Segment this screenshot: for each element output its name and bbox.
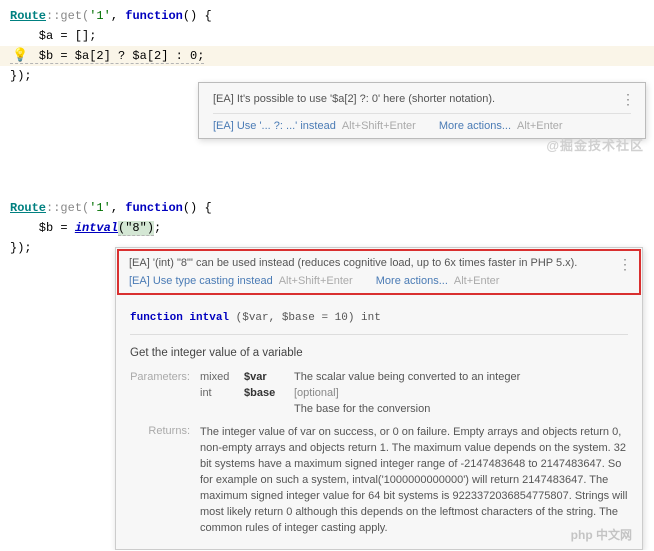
function-keyword: function bbox=[125, 9, 183, 23]
shortcut-hint: Alt+Enter bbox=[517, 120, 563, 132]
params-label: Parameters: bbox=[130, 371, 200, 383]
route-keyword: Route bbox=[10, 201, 46, 215]
code-block-1: Route::get('1', function() { $a = []; 💡 … bbox=[0, 0, 654, 92]
more-actions-link[interactable]: More actions... bbox=[439, 120, 511, 132]
lightbulb-icon[interactable]: 💡 bbox=[12, 46, 28, 66]
quickfix-link[interactable]: [EA] Use type casting instead bbox=[129, 275, 273, 287]
quickfix-link[interactable]: [EA] Use '... ?: ...' instead bbox=[213, 120, 336, 132]
tooltip-actions: [EA] Use '... ?: ...' instead Alt+Shift+E… bbox=[213, 113, 631, 132]
watermark-text: @掘金技术社区 bbox=[546, 135, 644, 154]
tooltip-actions: [EA] Use type casting instead Alt+Shift+E… bbox=[129, 273, 629, 287]
doc-param-row: int $base [optional] bbox=[130, 385, 628, 401]
tooltip-message: [EA] '(int) "8"' can be used instead (re… bbox=[129, 257, 629, 273]
code-line[interactable]: Route::get('1', function() { bbox=[0, 198, 654, 218]
inspection-highlight-box: ⋮ [EA] '(int) "8"' can be used instead (… bbox=[117, 249, 641, 295]
shortcut-hint: Alt+Shift+Enter bbox=[279, 275, 353, 287]
function-signature: function intval ($var, $base = 10) int bbox=[130, 306, 628, 335]
watermark-text: php 中文网 bbox=[571, 526, 632, 543]
code-line[interactable]: $a = []; bbox=[0, 26, 654, 46]
more-actions-link[interactable]: More actions... bbox=[376, 275, 448, 287]
intval-call: intval bbox=[75, 221, 118, 235]
returns-text: The integer value of var on success, or … bbox=[200, 425, 628, 537]
route-keyword: Route bbox=[10, 9, 46, 23]
code-line-highlighted[interactable]: 💡 $b = $a[2] ? $a[2] : 0; bbox=[0, 46, 654, 66]
doc-returns-row: Returns: The integer value of var on suc… bbox=[130, 423, 628, 539]
more-icon[interactable]: ⋮ bbox=[618, 256, 632, 273]
code-line[interactable]: Route::get('1', function() { bbox=[0, 6, 654, 26]
more-icon[interactable]: ⋮ bbox=[621, 91, 635, 108]
documentation-panel: function intval ($var, $base = 10) int G… bbox=[116, 296, 642, 549]
shortcut-hint: Alt+Enter bbox=[454, 275, 500, 287]
tooltip-message: [EA] It's possible to use '$a[2] ?: 0' h… bbox=[213, 93, 631, 113]
returns-label: Returns: bbox=[130, 425, 200, 537]
doc-param-row: The base for the conversion bbox=[130, 401, 628, 417]
code-line[interactable]: $b = intval("8"); bbox=[0, 218, 654, 238]
doc-description: Get the integer value of a variable bbox=[130, 343, 628, 369]
inspection-tooltip: ⋮ [EA] It's possible to use '$a[2] ?: 0'… bbox=[198, 82, 646, 139]
inspection-doc-tooltip: ⋮ [EA] '(int) "8"' can be used instead (… bbox=[115, 247, 643, 550]
function-keyword: function bbox=[125, 201, 183, 215]
shortcut-hint: Alt+Shift+Enter bbox=[342, 120, 416, 132]
doc-param-row: Parameters: mixed $var The scalar value … bbox=[130, 369, 628, 385]
